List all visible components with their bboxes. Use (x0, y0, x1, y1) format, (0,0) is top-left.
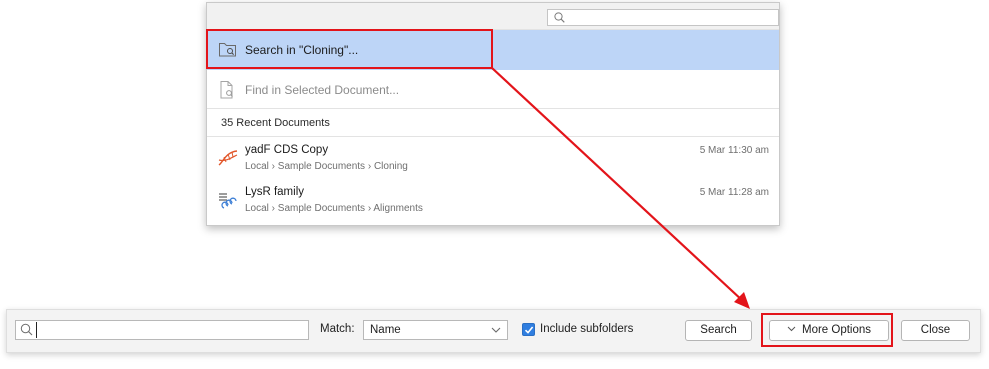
annotation-arrow (491, 67, 750, 309)
